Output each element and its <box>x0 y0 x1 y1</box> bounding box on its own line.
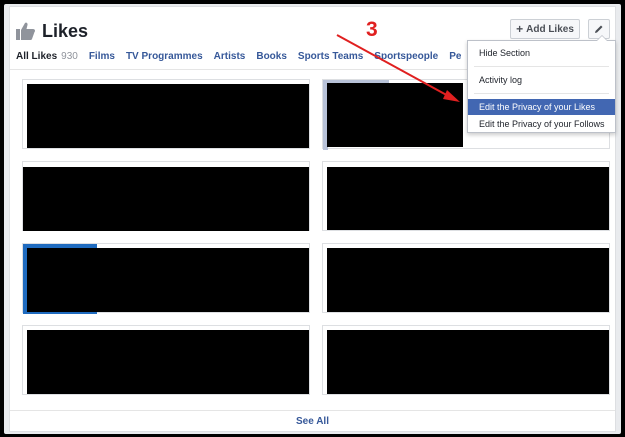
annotation-arrow <box>336 34 460 102</box>
